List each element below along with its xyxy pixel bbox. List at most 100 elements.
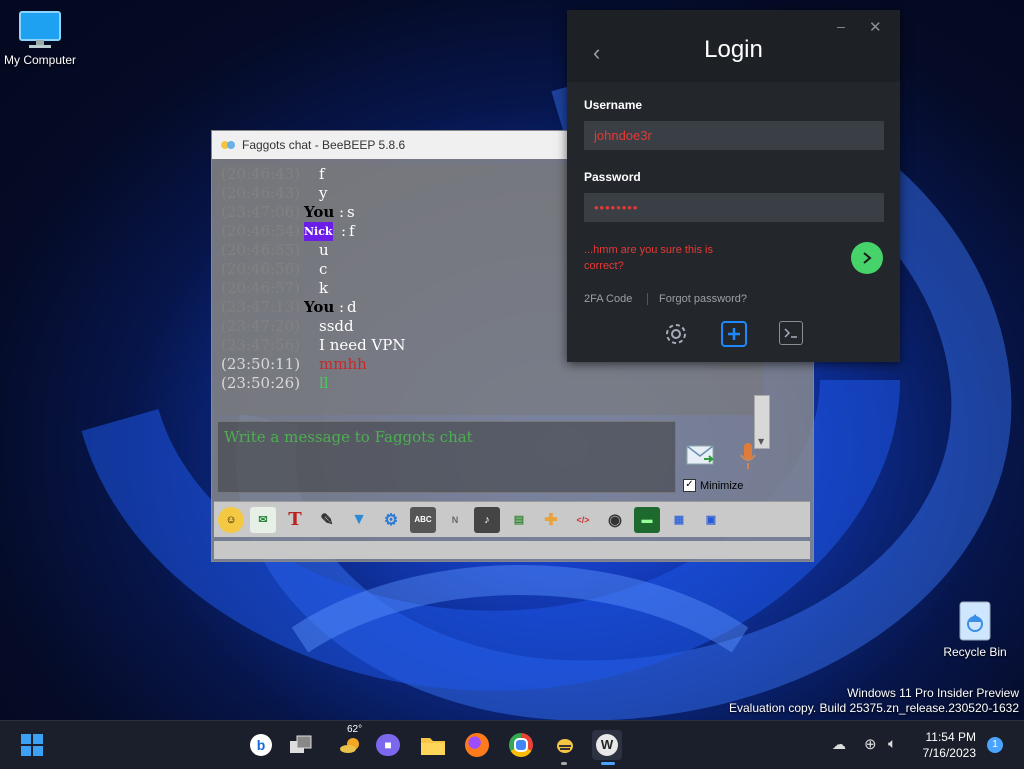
pen-icon[interactable]: ✎	[314, 507, 340, 533]
beebeep-logo-icon	[221, 141, 235, 149]
minimize-label: Minimize	[700, 479, 744, 492]
emoticons-icon[interactable]: ☺	[218, 506, 244, 533]
login-header: ‹ Login – ✕	[567, 10, 900, 82]
cloud-offline-icon[interactable]: ☁	[832, 736, 846, 753]
taskbar: b 62° ■ W ☁ ⊕ 🔈︎ 11:54 PM 7/16/2023 1	[0, 720, 1024, 769]
login-error-text: ...hmm are you sure this is correct?	[584, 244, 713, 272]
watermark-line2: Evaluation copy. Build 25375.zn_release.…	[729, 701, 1019, 715]
beebeep-taskbar-icon[interactable]	[550, 730, 580, 765]
minimize-checkbox-row[interactable]: ✓ Minimize	[683, 479, 743, 492]
file-icon[interactable]: ♪	[474, 506, 500, 533]
add-account-icon[interactable]	[721, 321, 747, 347]
terminal-icon[interactable]	[779, 321, 803, 345]
save-chat-icon[interactable]: ▣	[698, 507, 724, 533]
notification-badge[interactable]: 1	[987, 737, 1003, 753]
weather-icon	[340, 738, 359, 753]
send-message-icon[interactable]	[686, 443, 716, 467]
globe-icon[interactable]: ⊕	[864, 735, 877, 753]
message-time: (23:50:26)	[221, 374, 301, 392]
message-time: (23:47:06)	[221, 203, 301, 221]
my-computer-label: My Computer	[3, 53, 77, 67]
record-icon[interactable]: ◉	[602, 507, 628, 533]
message-time: (20:46:54)	[221, 222, 301, 240]
beebeep-toolbar: ☺ ✉ T ✎ ▼ ⚙ ABC N ♪ ▤ ✚ </> ◉ ▬ ▦ ▣	[214, 501, 810, 537]
teams-chat-icon[interactable]: ■	[373, 730, 403, 760]
message-time: (20:46:55)	[221, 241, 301, 259]
beebeep-statusbar	[214, 541, 810, 559]
start-button[interactable]	[17, 730, 47, 760]
task-view-icon[interactable]	[286, 730, 316, 760]
link-divider	[647, 293, 648, 305]
close-window-icon[interactable]: ✕	[869, 18, 882, 36]
volume-icon[interactable]: 🔈︎	[888, 735, 896, 752]
mail-icon[interactable]: ✉	[250, 506, 276, 533]
message-time: (20:46:43)	[221, 165, 301, 183]
monitor-icon	[19, 11, 61, 48]
minimize-window-icon[interactable]: –	[837, 18, 845, 34]
username-label: Username	[584, 98, 643, 112]
login-window: ‹ Login – ✕ Username johndoe3r Password …	[567, 10, 900, 362]
message-input[interactable]: Write a message to Faggots chat	[217, 421, 676, 493]
spellcheck-icon[interactable]: ABC	[410, 506, 436, 533]
code-icon[interactable]: </>	[570, 507, 596, 533]
message-time: (23:50:11)	[221, 355, 301, 373]
voice-message-icon[interactable]	[738, 441, 758, 471]
gear-icon[interactable]	[663, 321, 689, 347]
message-text: ll	[319, 374, 329, 392]
message-text: s	[347, 203, 355, 221]
weather-widget[interactable]: 62°	[333, 724, 367, 760]
message-text: u	[319, 241, 329, 259]
screenshot-icon[interactable]: ▬	[634, 506, 660, 533]
vpn-client-taskbar-icon[interactable]: W	[592, 730, 622, 765]
password-field[interactable]: ••••••••	[584, 193, 884, 222]
message-text: c	[319, 260, 328, 278]
recycle-bin-label: Recycle Bin	[943, 645, 1007, 659]
arrow-right-icon	[863, 252, 872, 264]
clock-time: 11:54 PM	[925, 730, 976, 744]
clipboard-icon[interactable]: ▦	[666, 507, 692, 533]
settings-icon[interactable]: ⚙	[378, 507, 404, 533]
weather-temp: 62°	[345, 724, 365, 735]
login-submit-button[interactable]	[851, 242, 883, 274]
message-time: (23:47:20)	[221, 317, 301, 335]
message-sender: You	[304, 298, 335, 316]
recycle-bin-icon	[959, 601, 991, 641]
share-icon[interactable]: ✚	[538, 507, 564, 533]
windows-logo-icon	[21, 734, 43, 756]
message-text: f	[319, 165, 325, 183]
file-explorer-icon[interactable]	[418, 730, 448, 760]
message-text: y	[319, 184, 328, 202]
message-time: (20:46:57)	[221, 279, 301, 297]
message-time: (23:47:13)	[221, 298, 301, 316]
clock-date: 7/16/2023	[922, 746, 976, 760]
font-icon[interactable]: T	[282, 507, 308, 533]
notes-icon[interactable]: N	[442, 507, 468, 533]
clock[interactable]: 11:54 PM 7/16/2023	[923, 729, 976, 761]
minimize-checkbox[interactable]: ✓	[683, 479, 696, 492]
firefox-icon[interactable]	[462, 730, 492, 760]
beebeep-title: Faggots chat - BeeBEEP 5.8.6	[242, 138, 406, 152]
filter-icon[interactable]: ▼	[346, 507, 372, 533]
login-title: Login	[704, 36, 763, 63]
send-controls: ✓ Minimize	[680, 421, 768, 493]
message-sender: Nick	[304, 222, 333, 241]
bing-icon[interactable]: b	[246, 730, 276, 760]
chrome-icon[interactable]	[506, 730, 536, 760]
message-text: I need VPN	[319, 336, 406, 354]
username-field[interactable]: johndoe3r	[584, 121, 884, 150]
message-text: mmhh	[319, 355, 367, 373]
message-time: (23:47:56)	[221, 336, 301, 354]
password-label: Password	[584, 170, 641, 184]
twofa-code-link[interactable]: 2FA Code	[584, 293, 632, 305]
my-computer-desktop-icon[interactable]: My Computer	[2, 10, 78, 67]
recycle-bin-desktop-icon[interactable]: Recycle Bin	[940, 596, 1010, 659]
message-text: k	[319, 279, 329, 297]
watermark-line1: Windows 11 Pro Insider Preview	[847, 686, 1019, 700]
message-text: f	[349, 222, 355, 240]
message-time: (20:46:56)	[221, 260, 301, 278]
forgot-password-link[interactable]: Forgot password?	[659, 293, 747, 305]
message-text: d	[347, 298, 357, 316]
message-time: (20:46:43)	[221, 184, 301, 202]
save-icon[interactable]: ▤	[506, 507, 532, 533]
message-sender: You	[304, 203, 335, 221]
